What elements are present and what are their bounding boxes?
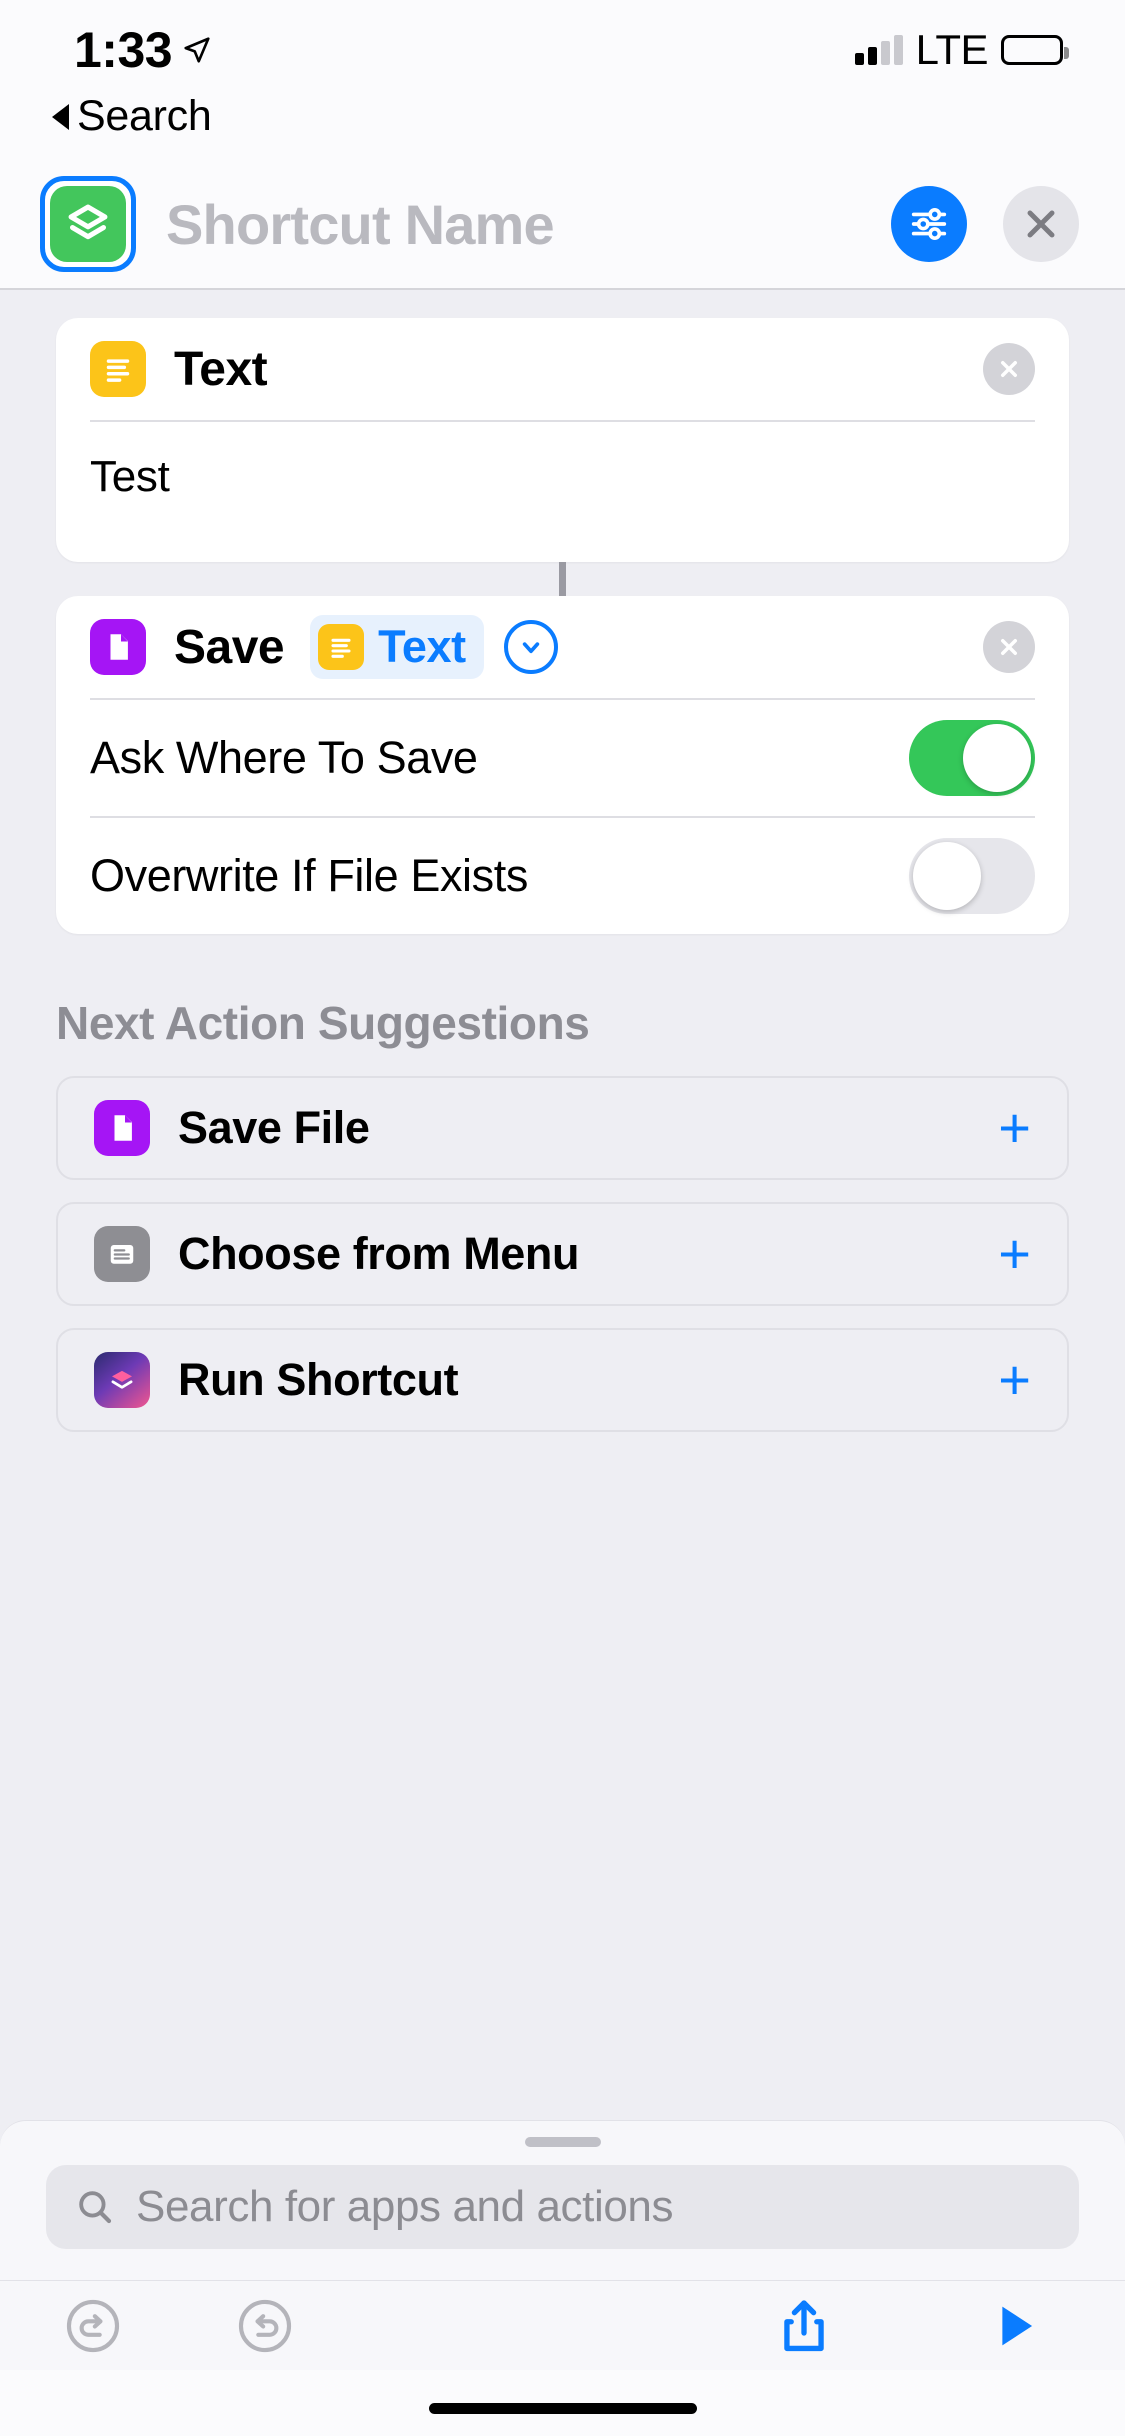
action-header: Text bbox=[56, 318, 1069, 420]
back-to-search-button[interactable]: Search bbox=[52, 92, 212, 141]
suggestion-item-save-file[interactable]: Save File + bbox=[56, 1076, 1069, 1180]
option-row-ask-where-to-save[interactable]: Ask Where To Save bbox=[56, 700, 1069, 816]
document-icon bbox=[94, 1100, 150, 1156]
option-row-overwrite-if-file-exists[interactable]: Overwrite If File Exists bbox=[56, 818, 1069, 934]
ask-where-to-save-toggle[interactable] bbox=[909, 720, 1035, 796]
suggestion-label: Save File bbox=[178, 1102, 370, 1153]
shortcut-name-field[interactable]: Shortcut Name bbox=[166, 192, 891, 257]
action-header: Save Text bbox=[56, 596, 1069, 698]
sliders-icon bbox=[911, 207, 947, 241]
editor-header: Shortcut Name bbox=[0, 160, 1125, 288]
close-x-icon bbox=[1027, 210, 1055, 238]
search-icon bbox=[79, 2191, 112, 2224]
suggestion-item-choose-from-menu[interactable]: Choose from Menu + bbox=[56, 1202, 1069, 1306]
expand-options-button[interactable] bbox=[503, 620, 558, 674]
text-value: Test bbox=[90, 452, 170, 501]
home-indicator bbox=[428, 2403, 697, 2414]
suggestions-heading: Next Action Suggestions bbox=[56, 997, 590, 1049]
shortcuts-app-icon bbox=[94, 1352, 150, 1408]
text-lines-icon bbox=[318, 624, 365, 670]
signal-bars-icon bbox=[854, 35, 903, 65]
back-label: Search bbox=[77, 92, 212, 140]
status-time: 1:33 bbox=[74, 22, 173, 78]
toggle-knob bbox=[963, 724, 1031, 792]
undo-arrow-icon bbox=[66, 2299, 120, 2352]
text-input-area[interactable]: Test bbox=[56, 422, 1069, 562]
close-editor-button[interactable] bbox=[1003, 186, 1079, 262]
overwrite-if-file-exists-toggle[interactable] bbox=[909, 838, 1035, 914]
shortcuts-glyph-icon bbox=[50, 186, 126, 262]
variable-token-text[interactable]: Text bbox=[310, 615, 484, 679]
shortcut-icon-button[interactable] bbox=[40, 176, 136, 272]
chevron-down-circle-icon bbox=[522, 642, 539, 654]
suggestion-item-run-shortcut[interactable]: Run Shortcut + bbox=[56, 1328, 1069, 1432]
option-label: Ask Where To Save bbox=[90, 732, 478, 783]
action-title: Save bbox=[174, 620, 285, 674]
run-shortcut-button[interactable] bbox=[939, 2295, 1089, 2357]
redo-button[interactable] bbox=[200, 2295, 330, 2357]
add-suggestion-button[interactable]: + bbox=[998, 1226, 1031, 1282]
menu-list-icon bbox=[94, 1226, 150, 1282]
close-x-circle-icon bbox=[1001, 361, 1017, 377]
token-label: Text bbox=[378, 621, 466, 672]
action-connector-line bbox=[559, 562, 566, 596]
carrier-label: LTE bbox=[915, 26, 989, 73]
action-title: Text bbox=[174, 342, 268, 396]
add-suggestion-button[interactable]: + bbox=[998, 1352, 1031, 1408]
search-placeholder: Search for apps and actions bbox=[136, 2182, 674, 2231]
sheet-grabber[interactable] bbox=[524, 2137, 601, 2147]
option-label: Overwrite If File Exists bbox=[90, 850, 528, 901]
add-suggestion-button[interactable]: + bbox=[998, 1100, 1031, 1156]
search-input[interactable]: Search for apps and actions bbox=[46, 2165, 1079, 2249]
undo-button[interactable] bbox=[28, 2295, 158, 2357]
play-triangle-icon bbox=[1002, 2306, 1033, 2345]
text-lines-icon bbox=[90, 341, 146, 397]
battery-icon bbox=[1001, 35, 1069, 65]
editor-toolbar bbox=[0, 2280, 1125, 2370]
shortcuts-editor-screen: 1:33 LTE Search Shortcut Name Text Test … bbox=[0, 0, 1125, 2436]
action-card-text[interactable]: Text Test bbox=[56, 318, 1069, 562]
suggestion-label: Choose from Menu bbox=[178, 1228, 580, 1279]
toggle-knob bbox=[913, 842, 981, 910]
back-triangle-icon bbox=[52, 103, 69, 130]
status-bar-right: LTE bbox=[854, 26, 1069, 74]
delete-action-button[interactable] bbox=[983, 343, 1035, 395]
actions-scroll-area[interactable]: Text Test Save Text Ask Where To Save Ov… bbox=[0, 290, 1125, 2280]
action-card-save[interactable]: Save Text Ask Where To Save Overwrite If… bbox=[56, 596, 1069, 934]
redo-arrow-icon bbox=[238, 2299, 292, 2352]
close-x-circle-icon bbox=[1001, 639, 1017, 655]
share-up-icon bbox=[784, 2299, 824, 2351]
action-library-sheet[interactable]: Search for apps and actions bbox=[0, 2120, 1125, 2280]
suggestion-label: Run Shortcut bbox=[178, 1354, 459, 1405]
status-bar-left: 1:33 bbox=[74, 21, 212, 79]
shortcut-settings-button[interactable] bbox=[891, 186, 967, 262]
delete-action-button[interactable] bbox=[983, 621, 1035, 673]
share-button[interactable] bbox=[729, 2294, 879, 2358]
location-arrow-icon bbox=[184, 37, 210, 63]
status-bar: 1:33 LTE bbox=[0, 0, 1125, 100]
document-icon bbox=[90, 619, 146, 675]
